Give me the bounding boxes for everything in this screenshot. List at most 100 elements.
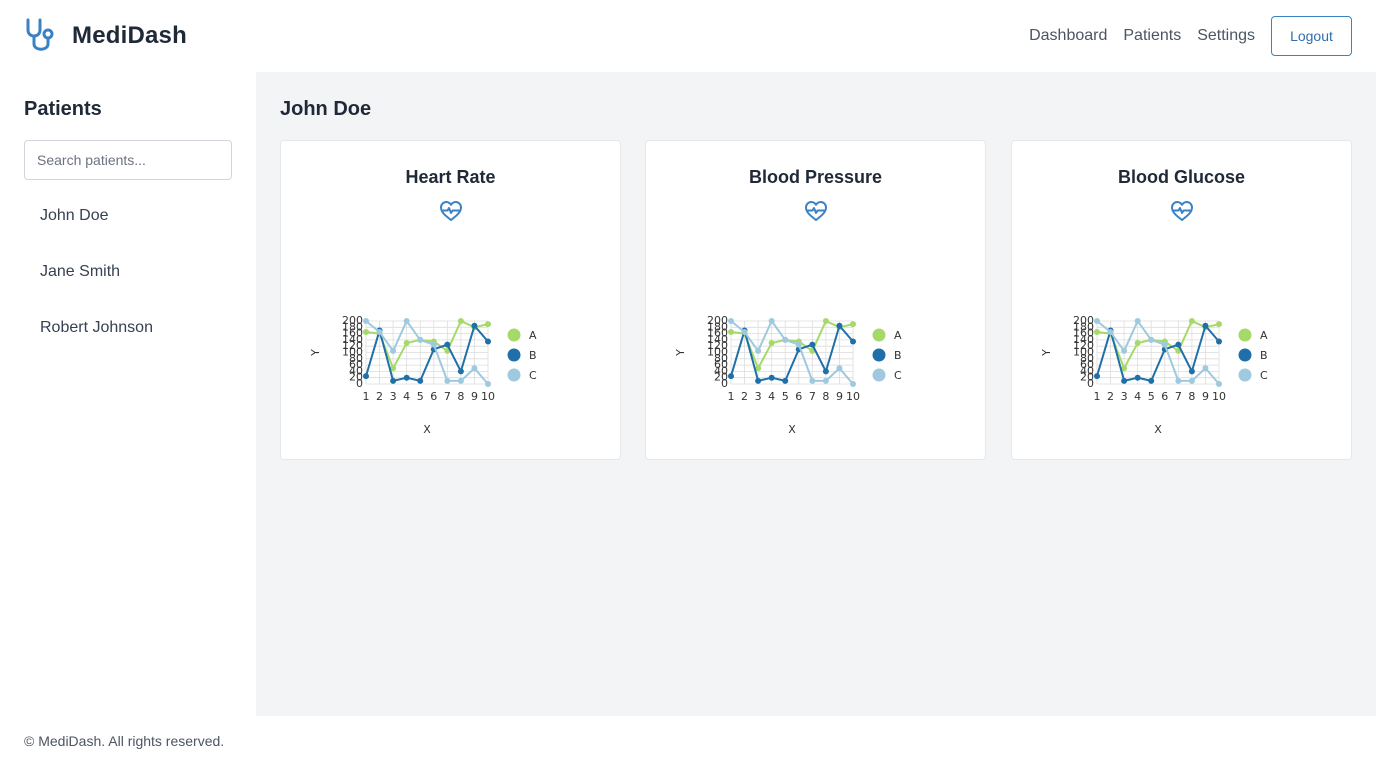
top-header: MediDash Dashboard Patients Settings Log… bbox=[0, 0, 1376, 72]
x-tick-label: 5 bbox=[417, 390, 424, 403]
series-b-point bbox=[728, 373, 734, 380]
series-b-point bbox=[850, 338, 856, 345]
x-axis-label: X bbox=[1154, 423, 1162, 436]
series-b-point bbox=[1148, 377, 1155, 384]
series-b-point bbox=[782, 377, 789, 384]
x-tick-label: 6 bbox=[1161, 390, 1168, 403]
series-c-point bbox=[471, 365, 478, 372]
legend-marker-c bbox=[507, 368, 521, 382]
series-c-point bbox=[1107, 329, 1114, 336]
heart-pulse-icon bbox=[1171, 201, 1193, 221]
x-tick-label: 9 bbox=[836, 390, 843, 403]
x-tick-label: 1 bbox=[728, 390, 735, 403]
legend-label-c: C bbox=[894, 369, 902, 382]
legend-label-c: C bbox=[529, 369, 537, 382]
series-a-point bbox=[1188, 318, 1195, 324]
x-tick-label: 7 bbox=[1175, 390, 1182, 403]
legend-marker-c bbox=[1238, 368, 1252, 382]
legend-marker-a bbox=[1238, 328, 1252, 342]
search-patients-input[interactable] bbox=[24, 140, 232, 180]
series-c-point bbox=[1134, 318, 1141, 324]
patients-sidebar: Patients John Doe Jane Smith Robert John… bbox=[0, 72, 256, 716]
top-nav: Dashboard Patients Settings Logout bbox=[1029, 16, 1352, 56]
series-b-point bbox=[1216, 338, 1222, 345]
series-c-point bbox=[485, 381, 491, 387]
series-c-point bbox=[390, 347, 397, 354]
series-b-point bbox=[457, 368, 464, 375]
x-tick-label: 3 bbox=[755, 390, 762, 403]
x-tick-label: 5 bbox=[782, 390, 789, 403]
series-c-point bbox=[444, 377, 451, 384]
series-c-point bbox=[1216, 381, 1222, 387]
series-c-point bbox=[376, 329, 383, 336]
legend-label-b: B bbox=[1260, 349, 1268, 362]
series-c-point bbox=[782, 336, 789, 343]
series-c-point bbox=[417, 336, 424, 343]
x-tick-label: 10 bbox=[846, 390, 860, 403]
series-c-point bbox=[768, 318, 775, 324]
legend-label-a: A bbox=[529, 329, 537, 342]
x-tick-label: 10 bbox=[481, 390, 495, 403]
legend-marker-b bbox=[507, 348, 521, 362]
series-c-point bbox=[1161, 341, 1168, 348]
nav-settings-link[interactable]: Settings bbox=[1197, 16, 1255, 56]
series-c-point bbox=[755, 347, 762, 354]
patient-list-item-robert-johnson[interactable]: Robert Johnson bbox=[24, 308, 232, 364]
patient-list-item-john-doe[interactable]: John Doe bbox=[24, 196, 232, 252]
series-b-point bbox=[1134, 374, 1141, 381]
legend-label-a: A bbox=[894, 329, 902, 342]
x-tick-label: 8 bbox=[1188, 390, 1195, 403]
legend-marker-a bbox=[507, 328, 521, 342]
x-tick-label: 7 bbox=[444, 390, 451, 403]
series-c-point bbox=[1175, 377, 1182, 384]
series-b-point bbox=[1202, 322, 1209, 329]
series-a-point bbox=[457, 318, 464, 324]
brand[interactable]: MediDash bbox=[24, 18, 187, 54]
logout-button[interactable]: Logout bbox=[1271, 16, 1352, 56]
series-c-point bbox=[809, 377, 816, 384]
series-a-point bbox=[728, 329, 734, 336]
x-tick-label: 2 bbox=[376, 390, 383, 403]
x-tick-label: 2 bbox=[741, 390, 748, 403]
series-b-point bbox=[822, 368, 829, 375]
patient-list: John Doe Jane Smith Robert Johnson bbox=[24, 196, 232, 364]
series-a-point bbox=[1216, 321, 1222, 328]
x-tick-label: 9 bbox=[1202, 390, 1209, 403]
x-tick-label: 1 bbox=[363, 390, 370, 403]
x-tick-label: 8 bbox=[457, 390, 464, 403]
stethoscope-icon bbox=[26, 18, 54, 51]
heart-pulse-icon bbox=[805, 201, 827, 221]
series-c-point bbox=[363, 318, 369, 324]
y-axis-label: Y bbox=[1040, 349, 1053, 357]
y-tick-label: 200 bbox=[1073, 314, 1094, 327]
series-b-point bbox=[755, 377, 762, 384]
heart-rate-card: Heart Rate 1 2 3 4 5 6 7 8 9 10 0 20 40 60 80 100 120 140… bbox=[280, 140, 621, 460]
series-b-point bbox=[403, 374, 410, 381]
x-tick-label: 4 bbox=[768, 390, 775, 403]
series-b-point bbox=[768, 374, 775, 381]
nav-patients-link[interactable]: Patients bbox=[1123, 16, 1181, 56]
x-tick-label: 2 bbox=[1107, 390, 1114, 403]
patient-list-item-jane-smith[interactable]: Jane Smith bbox=[24, 252, 232, 308]
x-tick-label: 4 bbox=[1134, 390, 1141, 403]
x-tick-label: 6 bbox=[795, 390, 802, 403]
series-b-point bbox=[417, 377, 424, 384]
y-axis-label: Y bbox=[674, 349, 687, 357]
series-c-point bbox=[403, 318, 410, 324]
series-b-point bbox=[390, 377, 397, 384]
y-axis-label: Y bbox=[309, 349, 322, 357]
patient-name-heading: John Doe bbox=[280, 98, 372, 120]
series-c-point bbox=[1202, 365, 1209, 372]
card-title: Blood Pressure bbox=[748, 167, 883, 187]
x-tick-label: 3 bbox=[1121, 390, 1128, 403]
nav-dashboard-link[interactable]: Dashboard bbox=[1029, 16, 1107, 56]
series-c-point bbox=[850, 381, 856, 387]
series-a-point bbox=[850, 321, 856, 328]
x-tick-label: 8 bbox=[822, 390, 829, 403]
y-tick-label: 200 bbox=[342, 314, 363, 327]
page-footer: © MediDash. All rights reserved. bbox=[0, 716, 1376, 768]
blood-glucose-card: Blood Glucose 1 2 3 4 5 6 7 8 9 10 0 20 40 60 80 100 120… bbox=[1011, 140, 1352, 460]
series-a-point bbox=[768, 340, 775, 347]
series-b-point bbox=[444, 341, 451, 348]
app-name: MediDash bbox=[72, 22, 187, 49]
